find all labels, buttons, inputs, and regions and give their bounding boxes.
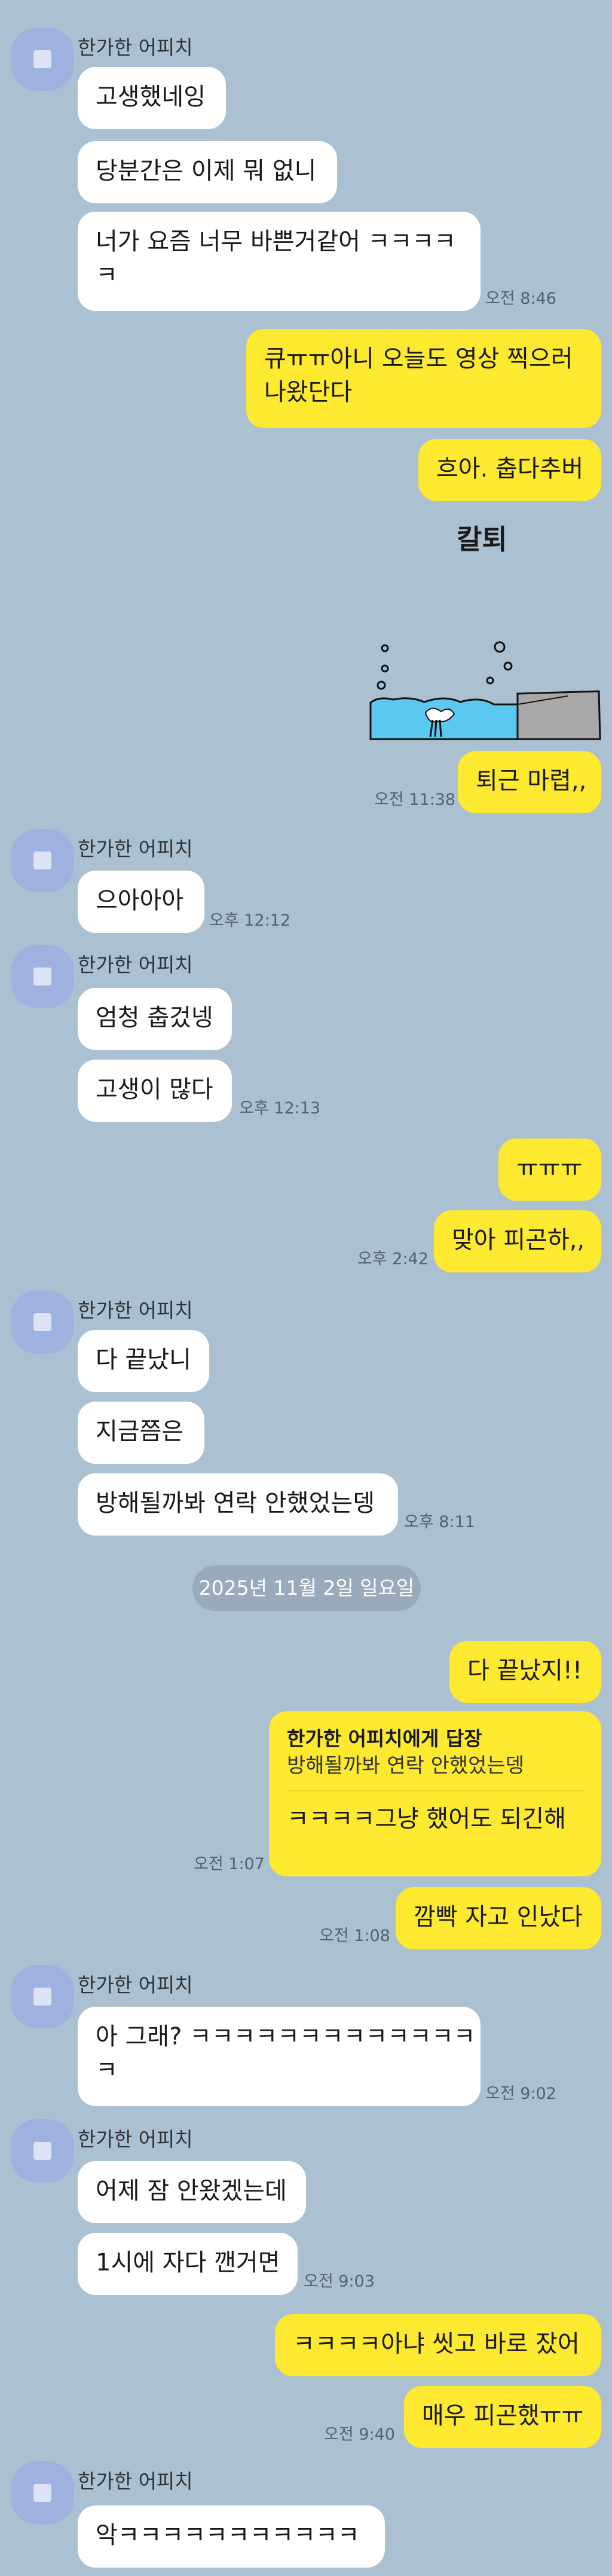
date-divider: 2025년 11월 2일 일요일 (192, 1565, 421, 1611)
message-bubble[interactable]: 엄청 춥겄넹 (78, 988, 232, 1050)
profile-placeholder-icon (33, 1313, 51, 1331)
profile-placeholder-icon (33, 851, 51, 869)
message-bubble[interactable]: 으아아아 (78, 871, 204, 933)
avatar[interactable] (11, 1290, 74, 1354)
timestamp: 오전 9:40 (324, 2425, 395, 2444)
reply-bubble[interactable]: 한가한 어피치에게 답장 방해될까봐 연락 안했었는뎅 ㅋㅋㅋㅋ그냥 했어도 되… (269, 1711, 601, 1876)
contact-name: 한가한 어피치 (78, 2470, 193, 2493)
timestamp: 오후 8:11 (404, 1513, 475, 1531)
profile-placeholder-icon (33, 2142, 51, 2160)
sticker-caption: 칼퇴 (457, 523, 507, 556)
avatar[interactable] (11, 28, 74, 91)
timestamp: 오후 12:12 (209, 911, 291, 930)
avatar[interactable] (11, 2461, 74, 2525)
my-message-bubble[interactable]: ㅋㅋㅋㅋ아냐 씻고 바로 잤어 (275, 2314, 601, 2376)
timestamp: 오후 2:42 (357, 1250, 429, 1268)
avatar[interactable] (11, 1965, 74, 2028)
message-bubble[interactable]: 지금쯤은 (78, 1402, 204, 1464)
contact-name: 한가한 어피치 (78, 2128, 193, 2151)
contact-name: 한가한 어피치 (78, 837, 193, 860)
message-bubble[interactable]: 고생이 많다 (78, 1060, 232, 1122)
timestamp: 오후 12:13 (239, 1099, 321, 1118)
my-message-bubble[interactable]: 맞아 피곤하,, (434, 1210, 601, 1272)
timestamp: 오전 1:08 (319, 1927, 390, 1945)
profile-placeholder-icon (33, 2484, 51, 2502)
message-bubble[interactable]: 악ㅋㅋㅋㅋㅋㅋㅋㅋㅋㅋㅋ (78, 2505, 385, 2568)
my-message-bubble[interactable]: 퇴근 마렵,, (458, 751, 601, 813)
contact-name: 한가한 어피치 (78, 1973, 193, 1997)
timestamp: 오전 9:02 (485, 2084, 556, 2103)
my-message-bubble[interactable]: ㅠㅠㅠ (498, 1139, 601, 1201)
contact-name: 한가한 어피치 (78, 1299, 193, 1322)
my-message-bubble[interactable]: 매우 피곤했ㅠㅠ (404, 2386, 601, 2448)
avatar[interactable] (11, 829, 74, 892)
message-bubble[interactable]: 방해될까봐 연락 안했었는뎅 (78, 1473, 398, 1536)
avatar[interactable] (11, 945, 74, 1008)
my-message-bubble[interactable]: 큐ㅠㅠ아니 오늘도 영상 찍으러 나왔단다 (246, 329, 601, 428)
message-bubble[interactable]: 당분간은 이제 뭐 없니 (78, 141, 337, 203)
reply-text: ㅋㅋㅋㅋ그냥 했어도 되긴해 (287, 1805, 567, 1833)
timestamp: 오전 9:03 (304, 2272, 375, 2291)
contact-name: 한가한 어피치 (78, 36, 193, 59)
sticker-image[interactable] (367, 634, 604, 743)
profile-placeholder-icon (33, 967, 51, 985)
message-bubble[interactable]: 아 그래? ㅋㅋㅋㅋㅋㅋㅋㅋㅋㅋㅋㅋㅋ ㅋ (78, 2007, 481, 2106)
message-bubble[interactable]: 너가 요즘 너무 바쁜거같어 ㅋㅋㅋㅋ ㅋ (78, 212, 481, 311)
timestamp: 오전 8:46 (485, 289, 556, 308)
message-bubble[interactable]: 고생했네잉 (78, 67, 226, 129)
reply-quote: 방해될까봐 연락 안했었는뎅 (287, 1754, 524, 1778)
reply-label: 한가한 어피치에게 답장 (287, 1727, 482, 1750)
my-message-bubble[interactable]: 깜빡 자고 인났다 (396, 1887, 601, 1949)
timestamp: 오전 1:07 (194, 1855, 265, 1873)
my-message-bubble[interactable]: 다 끝났지!! (449, 1641, 601, 1703)
timestamp: 오전 11:38 (374, 790, 456, 809)
divider (287, 1790, 583, 1791)
my-message-bubble[interactable]: 흐아. 춥다추버 (418, 439, 601, 501)
profile-placeholder-icon (33, 50, 51, 68)
profile-placeholder-icon (33, 1988, 51, 2006)
message-bubble[interactable]: 1시에 자다 깬거면 (78, 2233, 298, 2295)
message-bubble[interactable]: 다 끝났니 (78, 1330, 209, 1392)
message-bubble[interactable]: 어제 잠 안왔겠는데 (78, 2161, 306, 2223)
avatar[interactable] (11, 2119, 74, 2183)
contact-name: 한가한 어피치 (78, 953, 193, 976)
